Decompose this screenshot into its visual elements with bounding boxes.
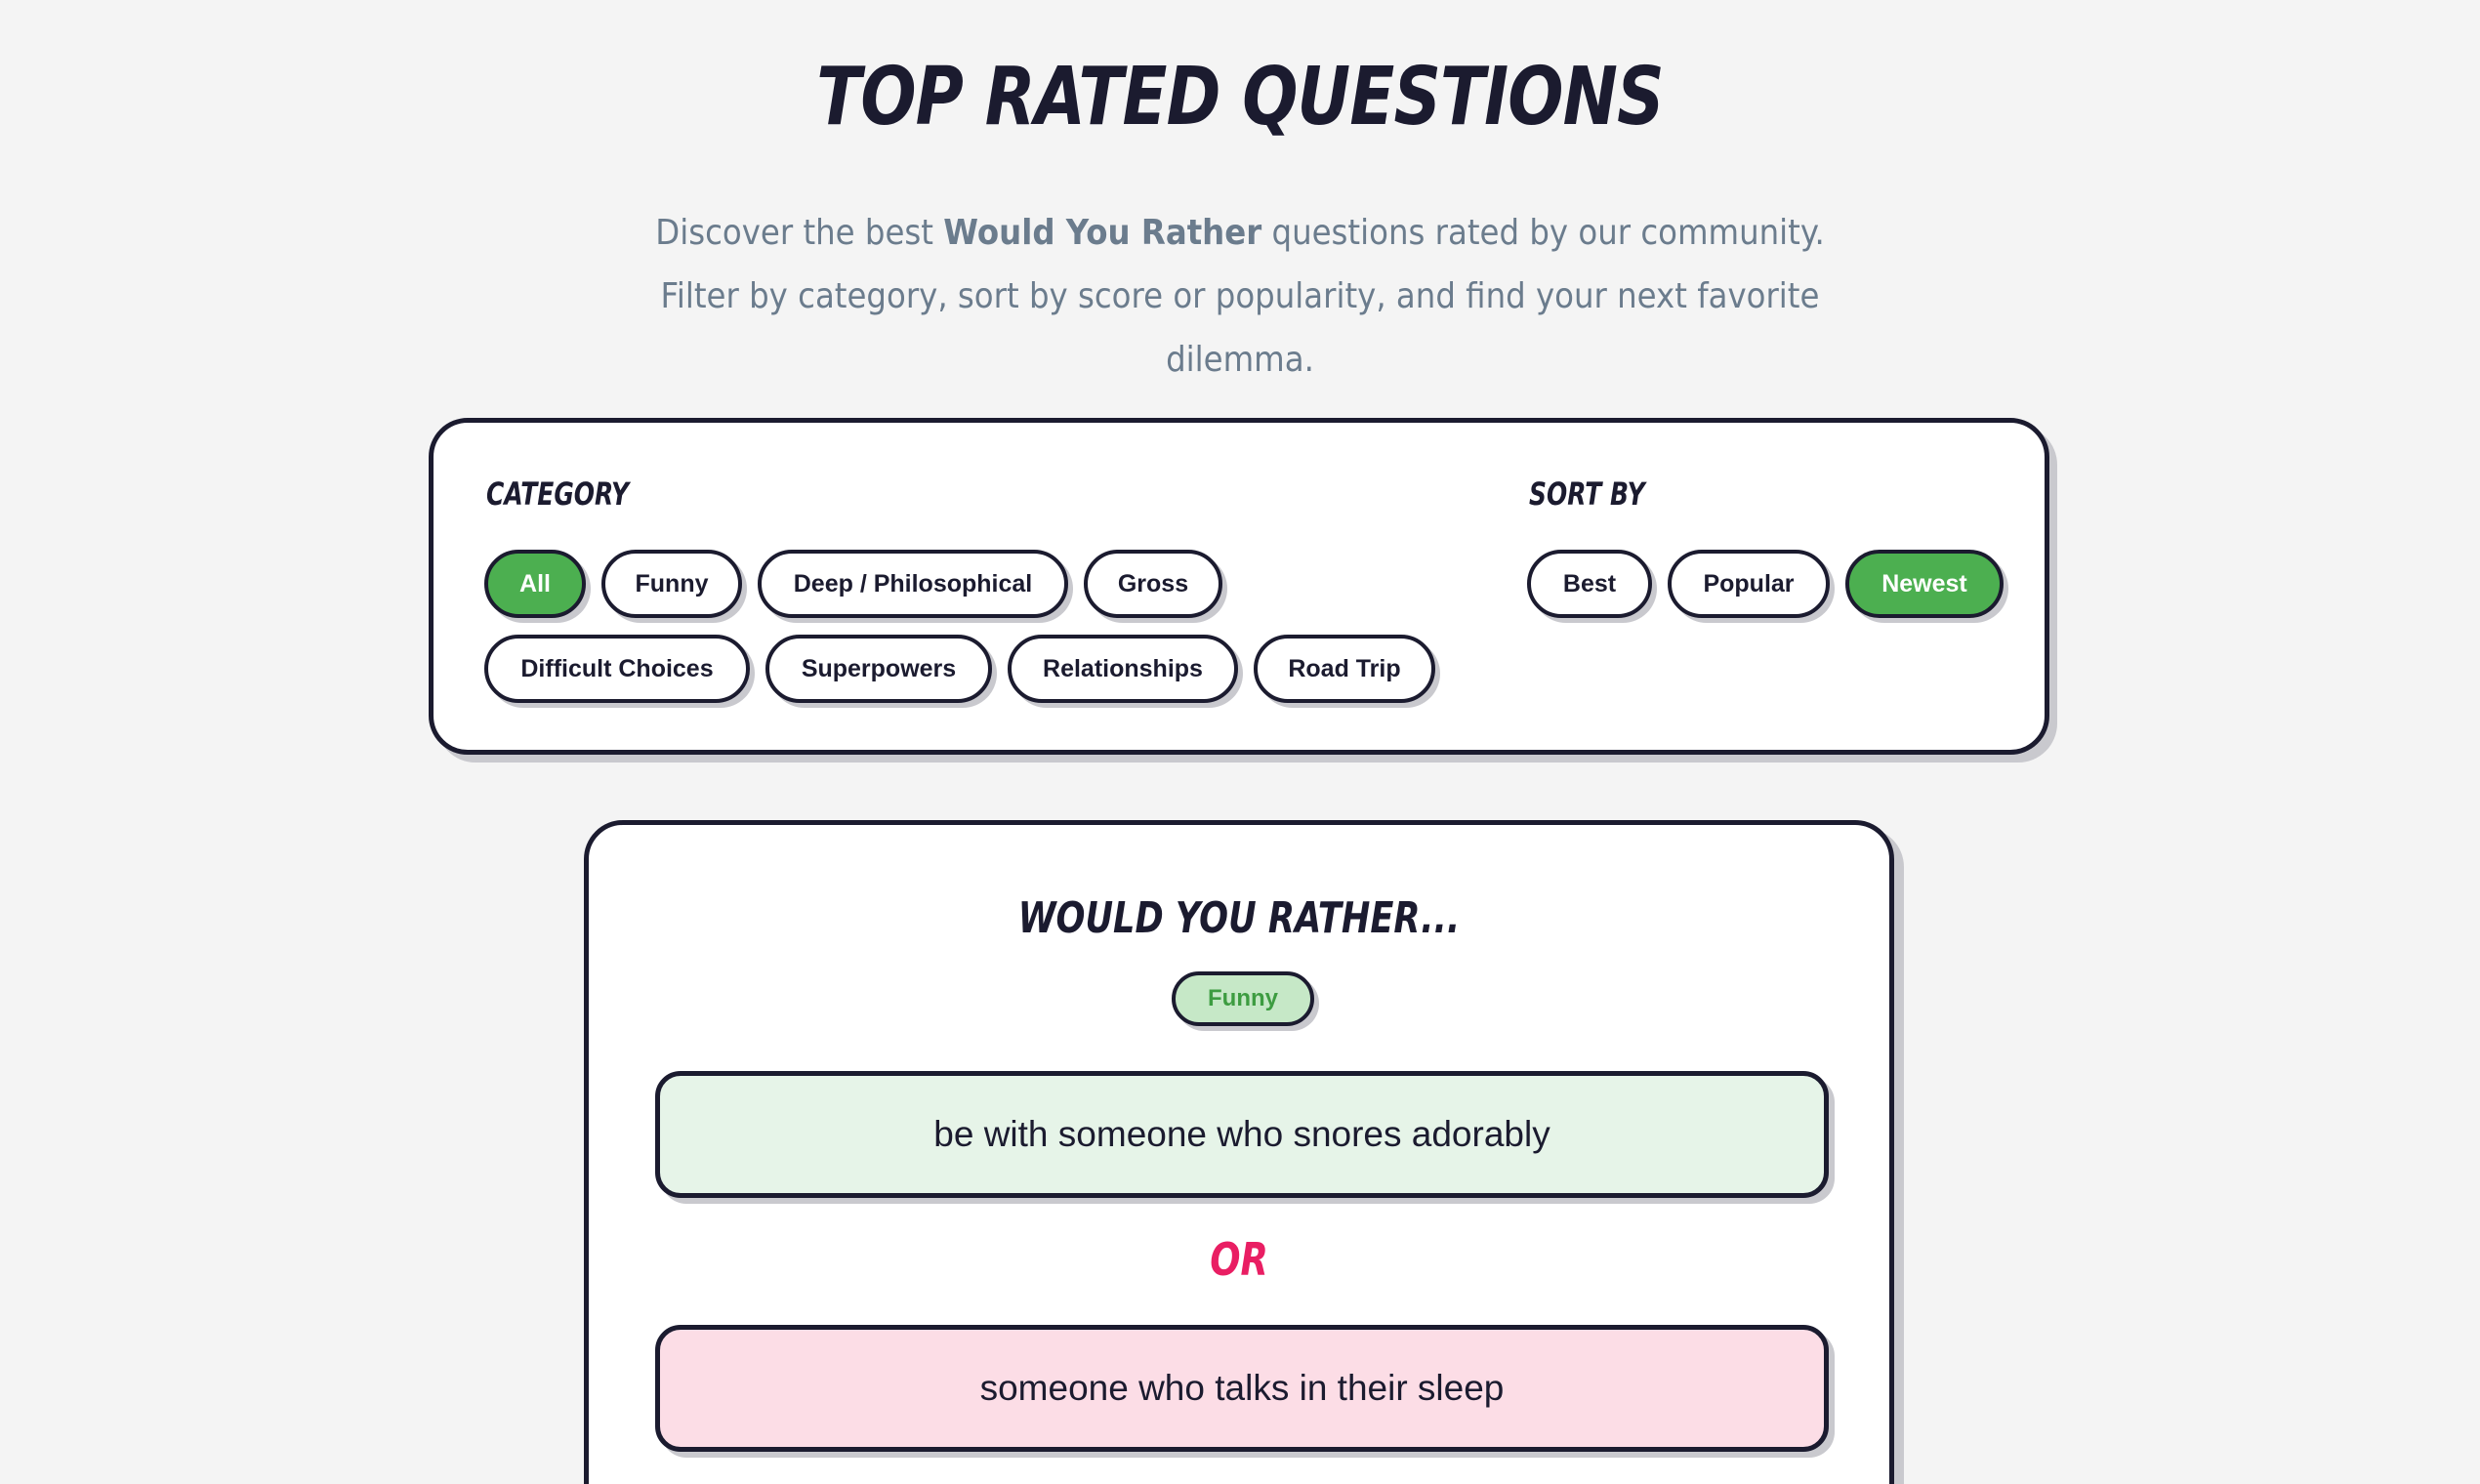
category-badge: Funny [1172,971,1314,1026]
category-label: CATEGORY [486,475,630,513]
option-b-button[interactable]: someone who talks in their sleep [655,1325,1829,1452]
category-chip-superpowers[interactable]: Superpowers [765,635,992,703]
filter-panel: CATEGORY All Funny Deep / Philosophical … [429,418,2049,755]
sort-chip-popular[interactable]: Popular [1668,550,1830,618]
option-a-button[interactable]: be with someone who snores adorably [655,1071,1829,1198]
page-title: TOP RATED QUESTIONS [816,51,1664,144]
category-chip-funny[interactable]: Funny [601,550,742,618]
question-card: WOULD YOU RATHER... Funny be with someon… [584,820,1894,1484]
category-chip-all[interactable]: All [484,550,586,618]
question-heading: WOULD YOU RATHER... [1017,893,1461,943]
category-chip-road-trip[interactable]: Road Trip [1254,635,1435,703]
sort-label: SORT BY [1529,475,1645,513]
page-subtitle: Discover the best Would You Rather quest… [625,201,1855,392]
category-chip-deep-philosophical[interactable]: Deep / Philosophical [758,550,1068,618]
category-chip-relationships[interactable]: Relationships [1008,635,1238,703]
page: TOP RATED QUESTIONS Discover the best Wo… [0,0,2480,1484]
category-chip-gross[interactable]: Gross [1084,550,1222,618]
category-chip-difficult-choices[interactable]: Difficult Choices [484,635,750,703]
sort-chip-best[interactable]: Best [1527,550,1652,618]
subtitle-text-start: Discover the best [655,213,944,253]
subtitle-highlight: Would You Rather [943,213,1262,253]
or-divider: OR [1210,1233,1268,1286]
sort-chip-newest[interactable]: Newest [1845,550,2004,618]
